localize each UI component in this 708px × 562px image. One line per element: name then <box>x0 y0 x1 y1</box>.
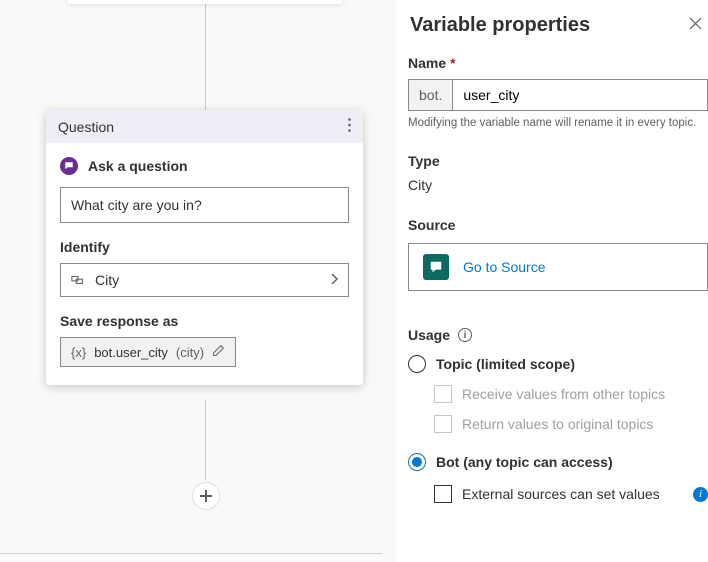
identify-picker[interactable]: City <box>60 263 349 297</box>
connector-line <box>205 0 206 110</box>
variable-type: (city) <box>176 345 204 360</box>
add-node-button[interactable] <box>192 482 220 510</box>
question-node: Question Ask a question Identify <box>46 110 363 385</box>
previous-node[interactable] <box>67 0 343 4</box>
connector-line <box>205 400 206 480</box>
info-icon[interactable]: i <box>693 487 708 502</box>
name-field[interactable]: bot. <box>408 79 708 111</box>
identify-label: Identify <box>60 239 349 255</box>
usage-bot-radio[interactable]: Bot (any topic can access) <box>408 453 708 471</box>
entity-icon <box>71 273 85 287</box>
chat-icon <box>60 157 78 175</box>
name-input[interactable] <box>453 80 707 110</box>
divider <box>0 553 382 554</box>
variable-name: bot.user_city <box>94 345 168 360</box>
edit-icon[interactable] <box>212 344 225 360</box>
close-icon[interactable] <box>689 17 702 35</box>
panel-title: Variable properties <box>410 14 590 37</box>
save-response-label: Save response as <box>60 313 349 329</box>
more-icon[interactable] <box>348 118 351 135</box>
variable-icon: {x} <box>71 345 86 360</box>
identify-value: City <box>95 272 119 288</box>
usage-topic-radio[interactable]: Topic (limited scope) <box>408 355 708 373</box>
variable-chip[interactable]: {x} bot.user_city (city) <box>60 337 236 367</box>
authoring-canvas: Question Ask a question Identify <box>0 0 396 562</box>
usage-label: Usage i <box>408 327 708 343</box>
info-icon[interactable]: i <box>458 328 472 342</box>
type-value: City <box>408 177 708 193</box>
external-sources-checkbox[interactable]: External sources can set values <box>434 485 660 503</box>
name-prefix: bot. <box>409 80 453 110</box>
type-label: Type <box>408 153 708 169</box>
receive-values-checkbox: Receive values from other topics <box>434 385 708 403</box>
go-to-source-button[interactable]: Go to Source <box>408 243 708 291</box>
name-label: Name* <box>408 55 708 71</box>
node-header-title: Question <box>58 119 114 135</box>
source-label: Source <box>408 217 708 233</box>
variable-properties-panel: Variable properties Name* bot. Modifying… <box>408 0 708 562</box>
return-values-checkbox: Return values to original topics <box>434 415 708 433</box>
question-text-input[interactable] <box>60 187 349 223</box>
source-icon <box>423 254 449 280</box>
source-link-text: Go to Source <box>463 259 546 275</box>
name-helper-text: Modifying the variable name will rename … <box>408 117 708 129</box>
ask-question-label: Ask a question <box>88 158 188 174</box>
chevron-right-icon <box>330 272 338 288</box>
node-header[interactable]: Question <box>46 110 363 143</box>
